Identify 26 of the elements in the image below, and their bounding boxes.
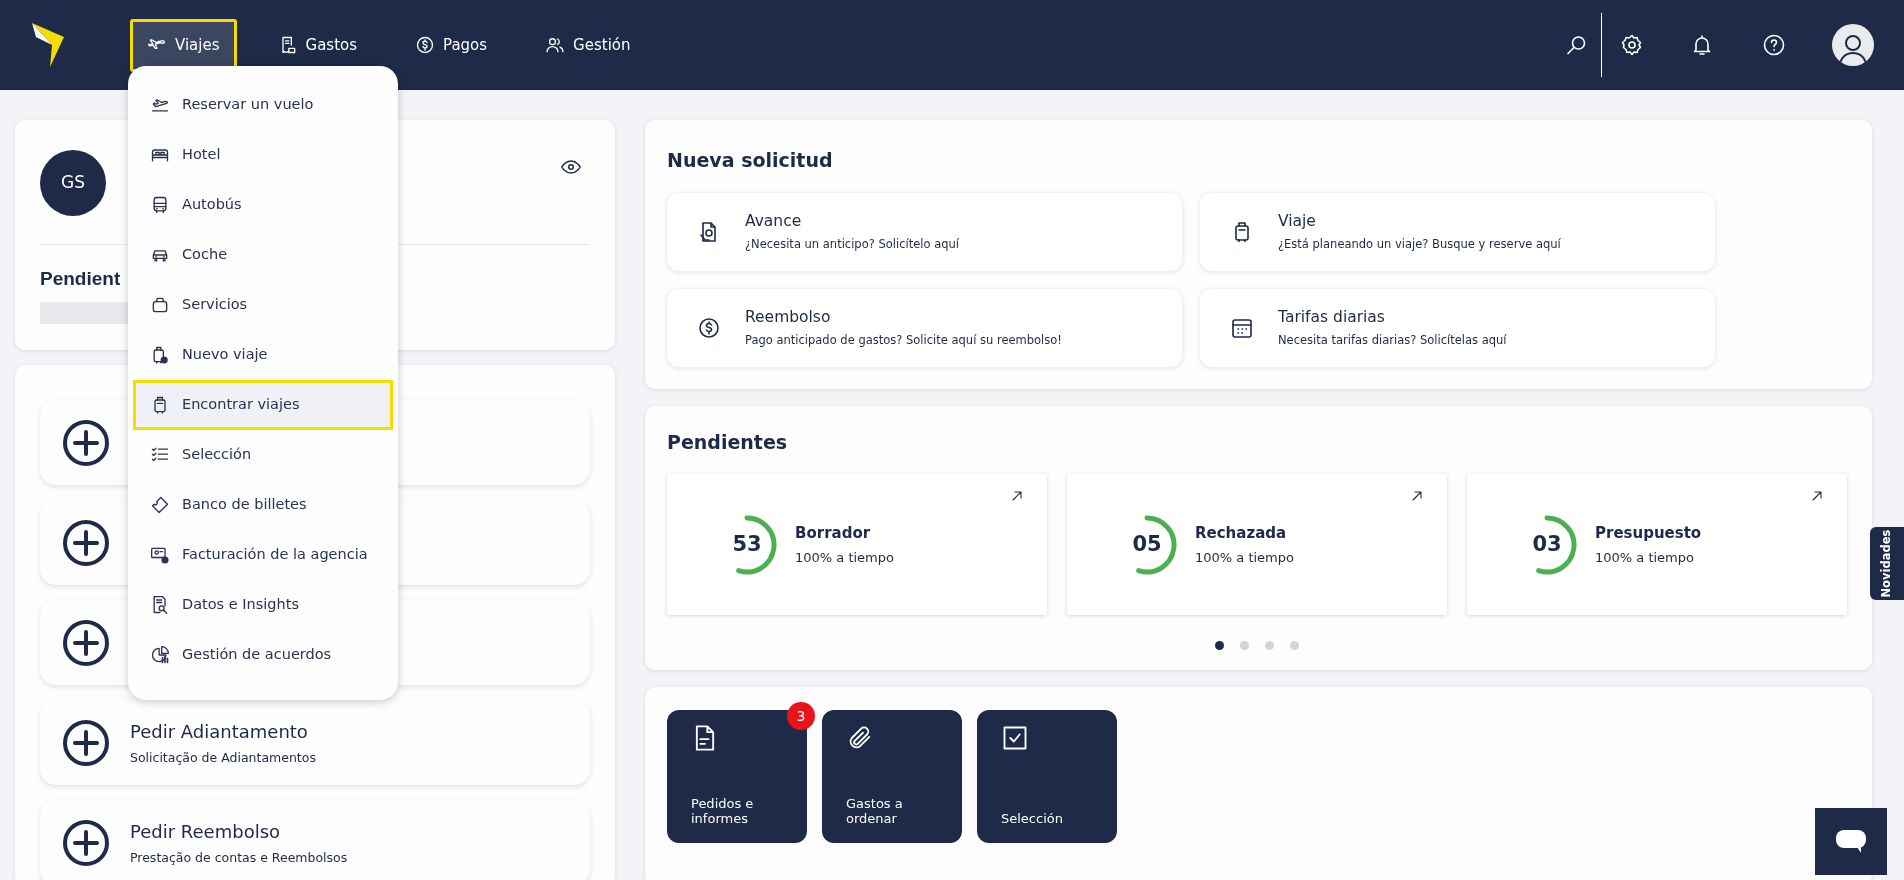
section-title: Nueva solicitud [667,148,834,173]
action-subtitle: Solicitação de Adiantamentos [130,748,316,767]
status-label: Rechazada [1195,522,1288,544]
action-title: Pedir Adiantamento [130,719,309,744]
tile-subtitle: ¿Está planeando un viaje? Busque y reserve aquí [1278,235,1561,253]
section-title: Pendientes [667,429,789,455]
status-label: Presupuesto [1595,522,1702,544]
notification-badge: 3 [787,702,815,730]
status-label: Borrador [795,522,872,544]
status-count: 03 [1532,530,1562,558]
tile-title: Tarifas diarias [1278,307,1386,329]
tile-subtitle: ¿Necesita un anticipo? Solicítelo aquí [745,235,959,253]
status-note: 100% a tiempo [1195,549,1294,567]
tile-title: Viaje [1278,211,1317,233]
user-initials-avatar: GS [40,150,106,216]
status-count: 05 [1132,530,1162,558]
action-subtitle: Prestação de contas e Reembolsos [130,848,348,867]
status-note: 100% a tiempo [1595,549,1695,567]
tile-subtitle: Necesita tarifas diarias? Solicítelas aquí [1278,331,1507,349]
status-count: 53 [732,530,762,558]
status-note: 100% a tiempo [795,549,894,567]
action-title: Pedir Reembolso [130,819,282,844]
tile-title: Reembolso [745,307,832,329]
section-title: Pendient [40,267,121,291]
tile-subtitle: Pago anticipado de gastos? Solicite aquí su reembolso! [745,331,1062,349]
tile-title: Avance [745,211,803,233]
